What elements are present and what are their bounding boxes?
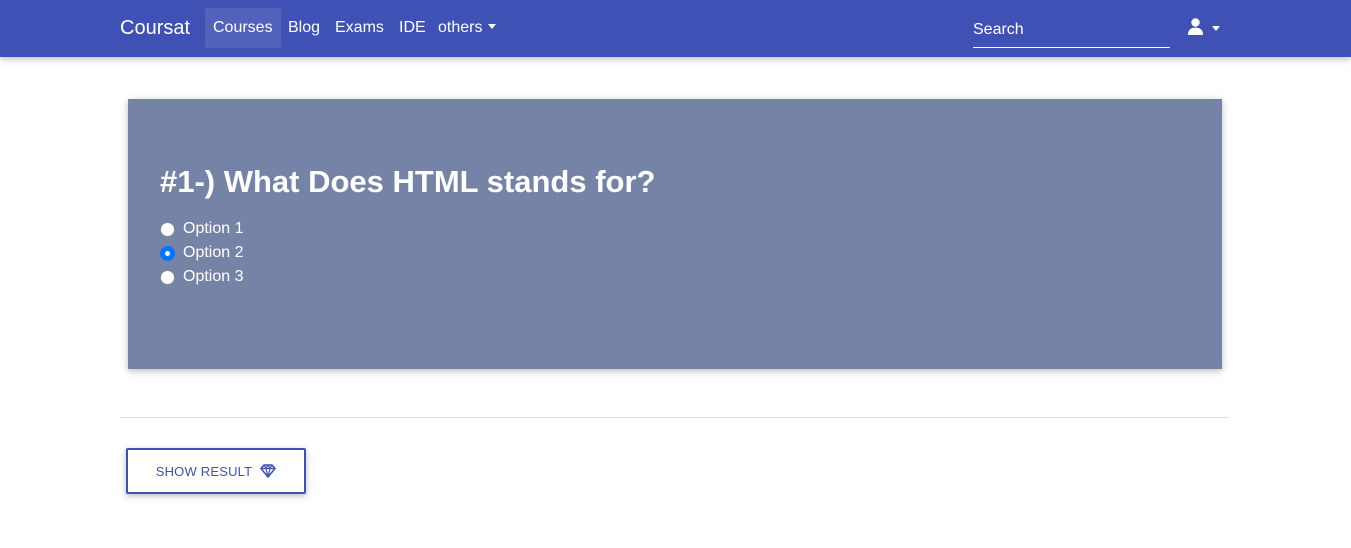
user-menu-dropdown[interactable] — [1186, 12, 1226, 42]
option-label: Option 2 — [183, 244, 244, 261]
search-input[interactable] — [973, 12, 1170, 48]
option-label: Option 3 — [183, 268, 244, 285]
nav-link-courses[interactable]: Courses — [205, 8, 281, 48]
quiz-card: #1-) What Does HTML stands for? Option 1… — [128, 99, 1222, 369]
question-title: #1-) What Does HTML stands for? — [160, 164, 656, 199]
show-result-label: SHOW RESULT — [155, 463, 253, 479]
radio-button[interactable] — [160, 269, 175, 285]
navbar: Coursat Courses Blog Exams IDE others — [0, 0, 1351, 57]
nav-dropdown-others[interactable]: others — [430, 8, 504, 48]
divider — [120, 417, 1229, 418]
option-1[interactable]: Option 1 — [160, 218, 243, 240]
nav-link-ide[interactable]: IDE — [391, 8, 434, 48]
nav-dropdown-others-label: others — [438, 19, 483, 36]
brand-logo[interactable]: Coursat — [120, 16, 190, 40]
nav-link-blog[interactable]: Blog — [280, 8, 328, 48]
show-result-button[interactable]: SHOW RESULT — [126, 448, 306, 494]
option-2[interactable]: Option 2 — [160, 242, 243, 264]
nav-link-exams[interactable]: Exams — [327, 8, 392, 48]
user-icon — [1188, 18, 1203, 35]
caret-down-icon — [488, 24, 497, 30]
caret-down-icon — [1212, 26, 1220, 31]
radio-button-checked[interactable] — [160, 245, 175, 261]
option-label: Option 1 — [183, 220, 244, 237]
option-3[interactable]: Option 3 — [160, 266, 243, 288]
gem-icon — [260, 464, 277, 478]
radio-button[interactable] — [160, 221, 175, 237]
